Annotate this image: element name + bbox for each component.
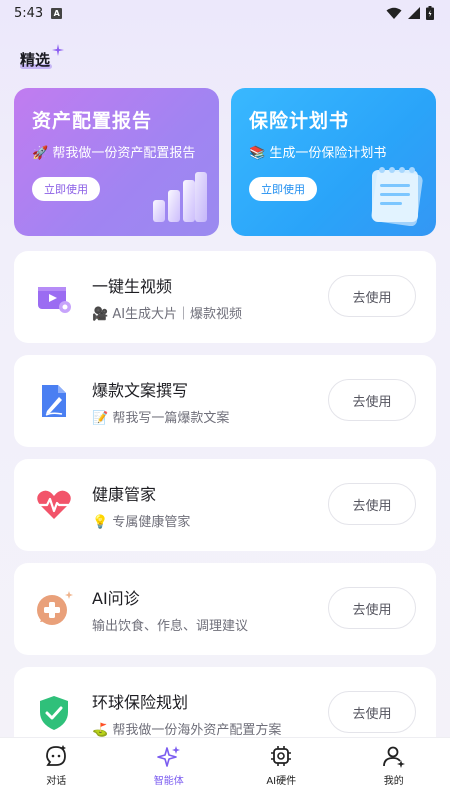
list-item-subtitle: 输出饮食、作息、调理建议 <box>92 619 249 634</box>
chip-icon <box>271 746 292 766</box>
hero-subtitle: 🚀 帮我做一份资产配置报告 <box>32 146 196 161</box>
sparkle-icon <box>156 746 180 767</box>
list-item-title: 健康管家 <box>92 485 157 504</box>
notepad-icon <box>371 167 423 226</box>
use-button[interactable]: 去使用 <box>328 275 416 317</box>
shield-check-icon <box>40 696 68 730</box>
tab-ai-hardware[interactable]: AI硬件 <box>241 744 321 787</box>
use-now-button[interactable]: 立即使用 <box>249 177 317 201</box>
use-button[interactable]: 去使用 <box>328 691 416 733</box>
hero-subtitle: 📚 生成一份保险计划书 <box>249 146 387 161</box>
list-item-subtitle: 💡 专属健康管家 <box>92 515 191 530</box>
list-item-subtitle: 📝 帮我写一篇爆款文案 <box>92 411 230 426</box>
list-item-subtitle: 🎥 AI生成大片｜爆款视频 <box>92 307 243 322</box>
status-right <box>386 6 434 20</box>
header: 精选 <box>0 26 450 92</box>
tab-label: 对话 <box>46 776 67 787</box>
tab-label: AI硬件 <box>266 776 297 787</box>
document-pen-icon <box>42 385 66 417</box>
hero-title: 保险计划书 <box>249 110 350 132</box>
status-time: 5:43 <box>14 5 44 21</box>
signal-icon <box>408 7 420 19</box>
medical-chat-icon <box>37 591 73 625</box>
tab-agents[interactable]: 智能体 <box>129 744 209 787</box>
hero-title: 资产配置报告 <box>32 110 153 132</box>
use-button[interactable]: 去使用 <box>328 379 416 421</box>
use-now-button[interactable]: 立即使用 <box>32 177 100 201</box>
list-item-title: 一键生视频 <box>92 277 173 296</box>
tab-label: 我的 <box>383 776 404 787</box>
tab-label: 智能体 <box>153 776 184 787</box>
tab-mine[interactable]: 我的 <box>354 744 434 787</box>
list-item-subtitle: ⛳ 帮我做一份海外资产配置方案 <box>92 723 282 738</box>
battery-icon <box>426 6 434 20</box>
list-item-title: 环球保险规划 <box>92 693 189 712</box>
hero-card-asset-report[interactable]: 资产配置报告 🚀 帮我做一份资产配置报告 立即使用 <box>14 88 219 236</box>
heartbeat-icon <box>37 490 71 519</box>
list-item-title: 爆款文案撰写 <box>92 381 189 400</box>
wifi-icon <box>386 7 402 19</box>
list-item-health[interactable]: 健康管家 💡 专属健康管家 去使用 <box>14 459 436 551</box>
hero-card-insurance-plan[interactable]: 保险计划书 📚 生成一份保险计划书 立即使用 <box>231 88 436 236</box>
hero-row: 资产配置报告 🚀 帮我做一份资产配置报告 立即使用 保险计划书 📚 生成一份保险… <box>14 88 436 236</box>
list-item-title: AI问诊 <box>92 589 140 608</box>
video-icon <box>38 287 71 313</box>
bar-chart-icon <box>153 172 207 222</box>
list-item-ai-consult[interactable]: AI问诊 输出饮食、作息、调理建议 去使用 <box>14 563 436 655</box>
tab-chat[interactable]: 对话 <box>16 744 96 787</box>
page-title: 精选 <box>20 51 53 69</box>
sparkle-icon <box>52 44 64 56</box>
profile-icon <box>382 746 405 768</box>
status-bar: 5:43 A <box>0 0 450 26</box>
status-left: 5:43 A <box>14 5 63 21</box>
agent-list: 一键生视频 🎥 AI生成大片｜爆款视频 去使用 爆款文案撰写 📝 帮我写一篇爆款… <box>14 251 436 771</box>
use-button[interactable]: 去使用 <box>328 483 416 525</box>
list-item-video[interactable]: 一键生视频 🎥 AI生成大片｜爆款视频 去使用 <box>14 251 436 343</box>
notification-app-icon: A <box>51 7 63 19</box>
bottom-tab-bar: 对话 智能体 AI硬件 我的 <box>0 737 450 801</box>
chat-icon <box>46 745 67 766</box>
use-button[interactable]: 去使用 <box>328 587 416 629</box>
list-item-copywriting[interactable]: 爆款文案撰写 📝 帮我写一篇爆款文案 去使用 <box>14 355 436 447</box>
